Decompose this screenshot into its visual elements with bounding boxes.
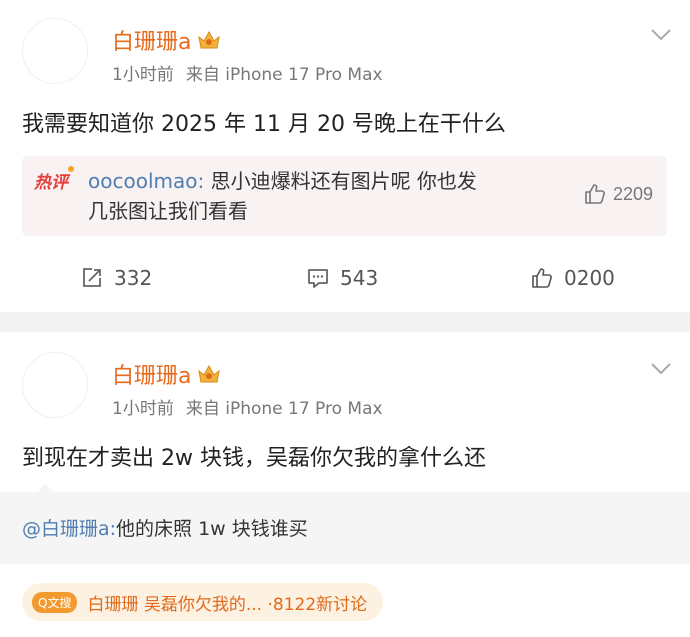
avatar[interactable]	[22, 18, 88, 84]
topic-search-badge: Q文搜	[32, 591, 78, 613]
username[interactable]: 白珊珊a	[112, 24, 221, 56]
like-count: 0200	[564, 266, 615, 290]
hot-comment-line1: 思小迪爆料还有图片呢 你也发	[204, 169, 477, 193]
thumbs-up-icon	[532, 268, 552, 288]
hot-comment-badge: 热评	[34, 166, 74, 193]
hot-comment[interactable]: 热评 oocoolmao: 思小迪爆料还有图片呢 你也发 几张图让我们看看 22…	[22, 156, 667, 236]
comment-button[interactable]: 543	[306, 266, 378, 290]
quoted-mention[interactable]: @白珊珊a:	[22, 518, 116, 540]
thumbs-up-icon	[585, 184, 605, 204]
post-text: 到现在才卖出 2w 块钱，吴磊你欠我的拿什么还	[22, 446, 486, 471]
post-separator	[0, 312, 690, 332]
avatar[interactable]	[22, 352, 88, 418]
chevron-down-icon[interactable]	[650, 362, 672, 376]
repost-count: 332	[114, 266, 153, 290]
post-meta: 1小时前 来自 iPhone 17 Pro Max	[112, 394, 383, 419]
commenter-name[interactable]: oocoolmao:	[88, 169, 204, 193]
hot-comment-line2: 几张图让我们看看	[88, 199, 248, 223]
post-time: 1小时前	[112, 399, 174, 419]
quoted-post-text: @白珊珊a:他的床照 1w 块钱谁买	[22, 514, 308, 541]
username-text[interactable]: 白珊珊a	[112, 24, 191, 56]
chevron-down-icon[interactable]	[650, 28, 672, 42]
weibo-post-2: 白珊珊a 1小时前 来自 iPhone 17 Pro Max 到现在才卖出 2w …	[0, 332, 690, 637]
post-actions: 332 543 0200	[0, 266, 690, 302]
repost-icon	[83, 268, 101, 287]
quoted-content: 他的床照 1w 块钱谁买	[116, 518, 308, 540]
repost-button[interactable]: 332	[80, 266, 152, 290]
post-source: 来自 iPhone 17 Pro Max	[185, 399, 383, 419]
hot-comment-like-count: 2209	[612, 183, 653, 204]
username[interactable]: 白珊珊a	[112, 358, 221, 390]
quoted-post[interactable]: @白珊珊a:他的床照 1w 块钱谁买	[0, 484, 690, 564]
comment-icon	[308, 269, 328, 288]
hot-comment-like-button[interactable]: 2209	[583, 182, 653, 206]
topic-pill[interactable]: Q文搜 白珊珊 吴磊你欠我的... ·8122新讨论	[22, 583, 384, 621]
vip-crown-icon	[198, 364, 221, 383]
weibo-post-1: 白珊珊a 1小时前 来自 iPhone 17 Pro Max 我需要知道你 202…	[0, 0, 690, 312]
topic-text: 白珊珊 吴磊你欠我的... ·8122新讨论	[87, 594, 368, 615]
username-text[interactable]: 白珊珊a	[112, 358, 191, 390]
hot-comment-text: oocoolmao: 思小迪爆料还有图片呢 你也发 几张图让我们看看	[88, 166, 548, 226]
comment-count: 543	[340, 266, 379, 290]
post-time: 1小时前	[112, 65, 174, 85]
like-button[interactable]: 0200	[530, 266, 615, 290]
vip-crown-icon	[198, 30, 221, 49]
post-meta: 1小时前 来自 iPhone 17 Pro Max	[112, 60, 383, 85]
post-text: 我需要知道你 2025 年 11 月 20 号晚上在干什么	[22, 112, 506, 137]
post-source: 来自 iPhone 17 Pro Max	[185, 65, 383, 85]
